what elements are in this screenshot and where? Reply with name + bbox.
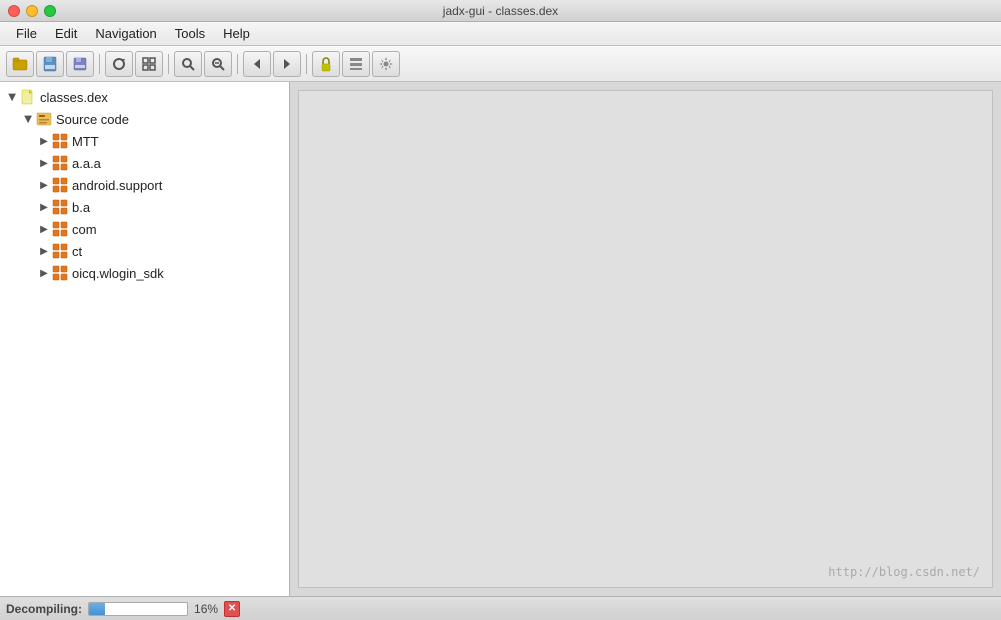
package-icon-mtt [52, 133, 68, 149]
package-label-android-support: android.support [72, 178, 162, 193]
save-all-button[interactable] [36, 51, 64, 77]
minimize-button[interactable] [26, 5, 38, 17]
menu-help[interactable]: Help [215, 24, 258, 43]
package-label-mtt: MTT [72, 134, 99, 149]
tree-source-code[interactable]: Source code [0, 108, 289, 130]
package-label-ba: b.a [72, 200, 90, 215]
tree-arrow-source[interactable] [20, 111, 36, 127]
save-icon [72, 56, 88, 72]
forward-icon [279, 56, 295, 72]
toolbar [0, 46, 1001, 82]
tree-item-aaa[interactable]: a.a.a [0, 152, 289, 174]
layout-button[interactable] [342, 51, 370, 77]
find-button[interactable] [204, 51, 232, 77]
package-icon-android [52, 177, 68, 193]
left-panel: classes.dex Source code [0, 82, 290, 596]
tree-arrow-android[interactable] [36, 177, 52, 193]
separator-4 [306, 54, 307, 74]
menu-file[interactable]: File [8, 24, 45, 43]
save-all-icon [42, 56, 58, 72]
separator-2 [168, 54, 169, 74]
refresh-icon [111, 56, 127, 72]
menu-navigation[interactable]: Navigation [87, 24, 164, 43]
tree-item-oicq[interactable]: oicq.wlogin_sdk [0, 262, 289, 284]
separator-3 [237, 54, 238, 74]
main-area: classes.dex Source code [0, 82, 1001, 596]
package-icon-ba [52, 199, 68, 215]
refresh-button[interactable] [105, 51, 133, 77]
save-button[interactable] [66, 51, 94, 77]
watermark: http://blog.csdn.net/ [828, 565, 980, 579]
package-label-oicq: oicq.wlogin_sdk [72, 266, 164, 281]
package-label-ct: ct [72, 244, 82, 259]
tree-arrow-aaa[interactable] [36, 155, 52, 171]
sync-icon [141, 56, 157, 72]
tree-arrow-mtt[interactable] [36, 133, 52, 149]
package-icon-aaa [52, 155, 68, 171]
settings-button[interactable] [372, 51, 400, 77]
source-code-label: Source code [56, 112, 129, 127]
menu-edit[interactable]: Edit [47, 24, 85, 43]
separator-1 [99, 54, 100, 74]
tree-arrow-root[interactable] [4, 89, 20, 105]
tree-item-mtt[interactable]: MTT [0, 130, 289, 152]
tree-root[interactable]: classes.dex [0, 86, 289, 108]
lock-button[interactable] [312, 51, 340, 77]
file-icon [20, 89, 36, 105]
window-title: jadx-gui - classes.dex [443, 4, 558, 18]
close-button[interactable] [8, 5, 20, 17]
cancel-decompile-button[interactable]: ✕ [224, 601, 240, 617]
tree-arrow-ct[interactable] [36, 243, 52, 259]
right-panel: http://blog.csdn.net/ [290, 82, 1001, 596]
package-icon-oicq [52, 265, 68, 281]
search-button[interactable] [174, 51, 202, 77]
progress-bar-fill [89, 603, 105, 615]
back-button[interactable] [243, 51, 271, 77]
layout-icon [348, 56, 364, 72]
open-icon [12, 56, 28, 72]
tree-item-com[interactable]: com [0, 218, 289, 240]
package-icon-com [52, 221, 68, 237]
progress-percent: 16% [194, 602, 218, 616]
progress-bar [88, 602, 188, 616]
lock-icon [318, 56, 334, 72]
tree-arrow-ba[interactable] [36, 199, 52, 215]
status-bar: Decompiling: 16% ✕ [0, 596, 1001, 620]
tree-arrow-oicq[interactable] [36, 265, 52, 281]
search-icon [180, 56, 196, 72]
tree-item-ba[interactable]: b.a [0, 196, 289, 218]
maximize-button[interactable] [44, 5, 56, 17]
package-label-aaa: a.a.a [72, 156, 101, 171]
tree-root-label: classes.dex [40, 90, 108, 105]
decompiling-label: Decompiling: [6, 602, 82, 616]
title-bar: jadx-gui - classes.dex [0, 0, 1001, 22]
tree-arrow-com[interactable] [36, 221, 52, 237]
settings-icon [378, 56, 394, 72]
tree-item-android-support[interactable]: android.support [0, 174, 289, 196]
menu-tools[interactable]: Tools [167, 24, 213, 43]
open-button[interactable] [6, 51, 34, 77]
forward-button[interactable] [273, 51, 301, 77]
package-label-com: com [72, 222, 97, 237]
tree-item-ct[interactable]: ct [0, 240, 289, 262]
package-icon-ct [52, 243, 68, 259]
sync-button[interactable] [135, 51, 163, 77]
back-icon [249, 56, 265, 72]
find-icon [210, 56, 226, 72]
window-controls [8, 5, 56, 17]
source-code-icon [36, 111, 52, 127]
editor-area: http://blog.csdn.net/ [298, 90, 993, 588]
menu-bar: File Edit Navigation Tools Help [0, 22, 1001, 46]
